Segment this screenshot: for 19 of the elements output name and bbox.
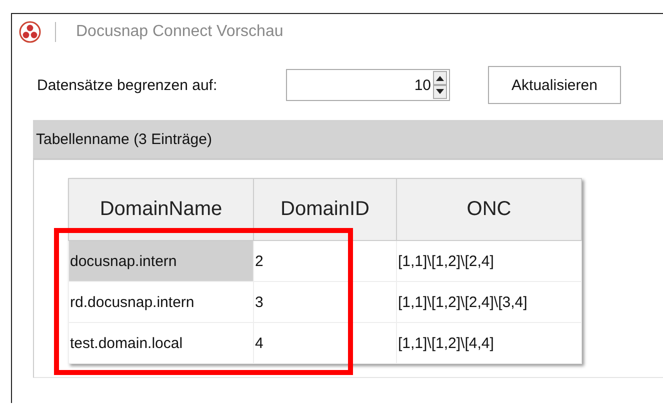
table-cell: docusnap.intern [68, 240, 254, 282]
table-cell: 2 [254, 240, 396, 282]
limit-spinner[interactable]: 10 [286, 69, 450, 101]
column-header[interactable]: DomainName [68, 178, 254, 240]
table-cell: 4 [254, 322, 396, 364]
table-cell: rd.docusnap.intern [68, 282, 254, 322]
column-header[interactable]: DomainID [254, 178, 396, 240]
limit-label: Datensätze begrenzen auf: [37, 76, 218, 94]
column-header[interactable]: ONC [396, 178, 582, 240]
table-cell: [1,1]\[1,2]\[4,4] [396, 322, 582, 364]
app-logo-icon [19, 21, 41, 43]
window-title: Docusnap Connect Vorschau [76, 23, 284, 41]
table-cell: [1,1]\[1,2]\[2,4]\[3,4] [396, 282, 582, 322]
refresh-button[interactable]: Aktualisieren [488, 66, 621, 104]
group-header: Tabellenname (3 Einträge) [33, 120, 663, 160]
table-cell: 3 [254, 282, 396, 322]
table-cell: test.domain.local [68, 322, 254, 364]
table-cell: [1,1]\[1,2]\[2,4] [396, 240, 582, 282]
spinner-arrows-icon[interactable] [433, 71, 447, 99]
